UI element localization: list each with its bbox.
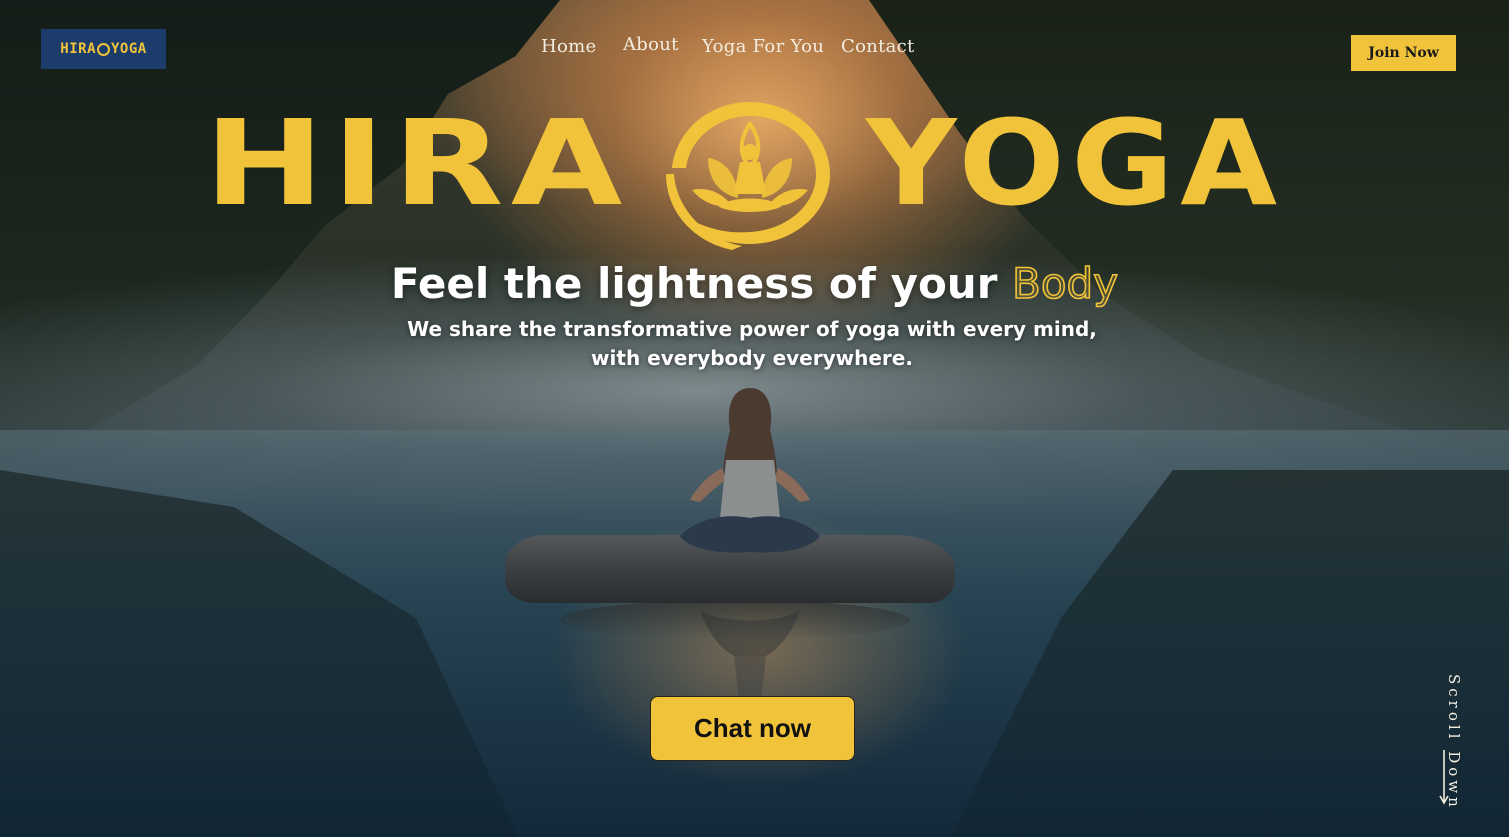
hero-tagline: Feel the lightness of your Body [0,256,1509,312]
nav-link-home[interactable]: Home [541,36,596,57]
chat-now-button[interactable]: Chat now [650,696,855,761]
hero-tagline-highlight: Body [1011,258,1119,309]
scroll-down-indicator[interactable]: Scroll Down [1433,672,1473,811]
meditating-woman-figure [680,388,820,553]
hero-subtitle: We share the transformative power of yog… [407,317,1097,370]
hero-logo-text-right: YOGA [866,94,1284,232]
main-nav: Home About Yoga For You Contact [0,34,1509,66]
join-now-button[interactable]: Join Now [1351,35,1456,71]
nav-link-about[interactable]: About [623,34,679,55]
nav-link-yoga-for-you[interactable]: Yoga For You [702,36,824,57]
arrow-down-icon [1439,750,1449,805]
nav-link-contact[interactable]: Contact [841,36,915,57]
lotus-meditation-icon [666,102,830,250]
hero-tagline-main: Feel the lightness of your [390,259,1013,308]
hero-logo-text-left: HIRA [204,94,630,232]
